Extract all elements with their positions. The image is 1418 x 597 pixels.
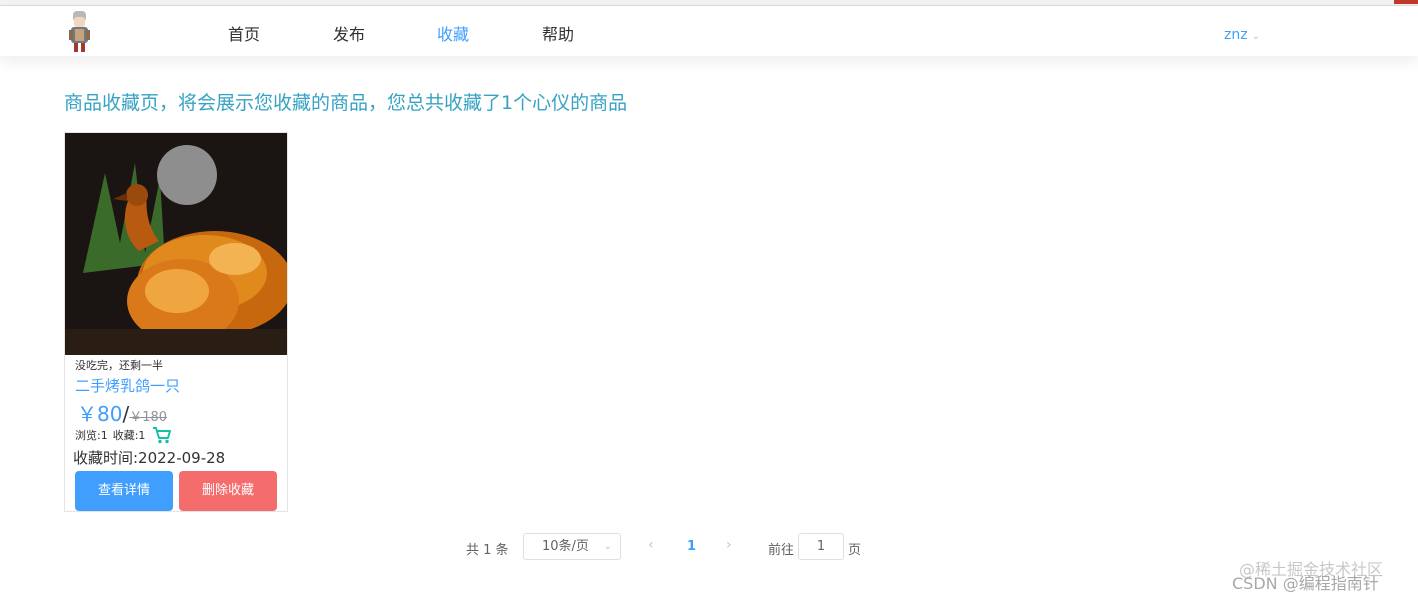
view-count: 浏览:1 bbox=[75, 429, 108, 442]
avatar[interactable] bbox=[62, 8, 96, 54]
favorites-banner: 商品收藏页，将会展示您收藏的商品，您总共收藏了1个心仪的商品 bbox=[64, 92, 628, 114]
goto-page-input[interactable]: 1 bbox=[798, 533, 844, 560]
current-price: ￥80 bbox=[77, 402, 123, 426]
user-menu[interactable]: znz ⌄ bbox=[1224, 27, 1260, 43]
pagination-total: 共 1 条 bbox=[466, 543, 509, 558]
page-size-select[interactable]: 10条/页 ⌄ bbox=[523, 533, 621, 560]
remove-favorite-button[interactable]: 删除收藏 bbox=[179, 471, 277, 511]
window-accent bbox=[1394, 0, 1418, 4]
nav-home[interactable]: 首页 bbox=[228, 21, 260, 45]
product-name[interactable]: 二手烤乳鸽一只 bbox=[75, 375, 180, 396]
nav-help[interactable]: 帮助 bbox=[542, 21, 574, 45]
favorite-time: 收藏时间:2022-09-28 bbox=[73, 449, 226, 467]
view-detail-button[interactable]: 查看详情 bbox=[75, 471, 173, 511]
prev-page-icon[interactable]: ‹ bbox=[648, 537, 654, 553]
nav-publish[interactable]: 发布 bbox=[333, 21, 365, 45]
product-price: ￥80/￥180 bbox=[77, 398, 167, 427]
original-price: ￥180 bbox=[129, 410, 168, 425]
product-stats: 浏览:1 收藏:1 bbox=[75, 426, 172, 444]
top-nav-bar: 首页 发布 收藏 帮助 znz ⌄ bbox=[0, 6, 1418, 56]
next-page-icon[interactable]: › bbox=[726, 537, 732, 553]
product-image[interactable] bbox=[65, 133, 287, 355]
cart-icon[interactable] bbox=[152, 426, 172, 444]
goto-label: 前往 bbox=[768, 543, 795, 558]
user-name: znz bbox=[1224, 27, 1248, 43]
page-size-value: 10条/页 bbox=[542, 539, 589, 554]
watermark-csdn: CSDN @编程指南针 bbox=[1232, 574, 1379, 593]
nav-favorites[interactable]: 收藏 bbox=[437, 21, 469, 45]
goto-suffix: 页 bbox=[848, 543, 862, 558]
chevron-down-icon: ⌄ bbox=[1251, 31, 1260, 42]
page-number-current[interactable]: 1 bbox=[687, 539, 696, 554]
product-description: 没吃完，还剩一半 bbox=[75, 359, 163, 372]
chevron-down-icon: ⌄ bbox=[603, 541, 612, 552]
product-card: 没吃完，还剩一半 二手烤乳鸽一只 ￥80/￥180 浏览:1 收藏:1 收藏时间… bbox=[64, 132, 288, 512]
favorite-count: 收藏:1 bbox=[112, 429, 146, 442]
